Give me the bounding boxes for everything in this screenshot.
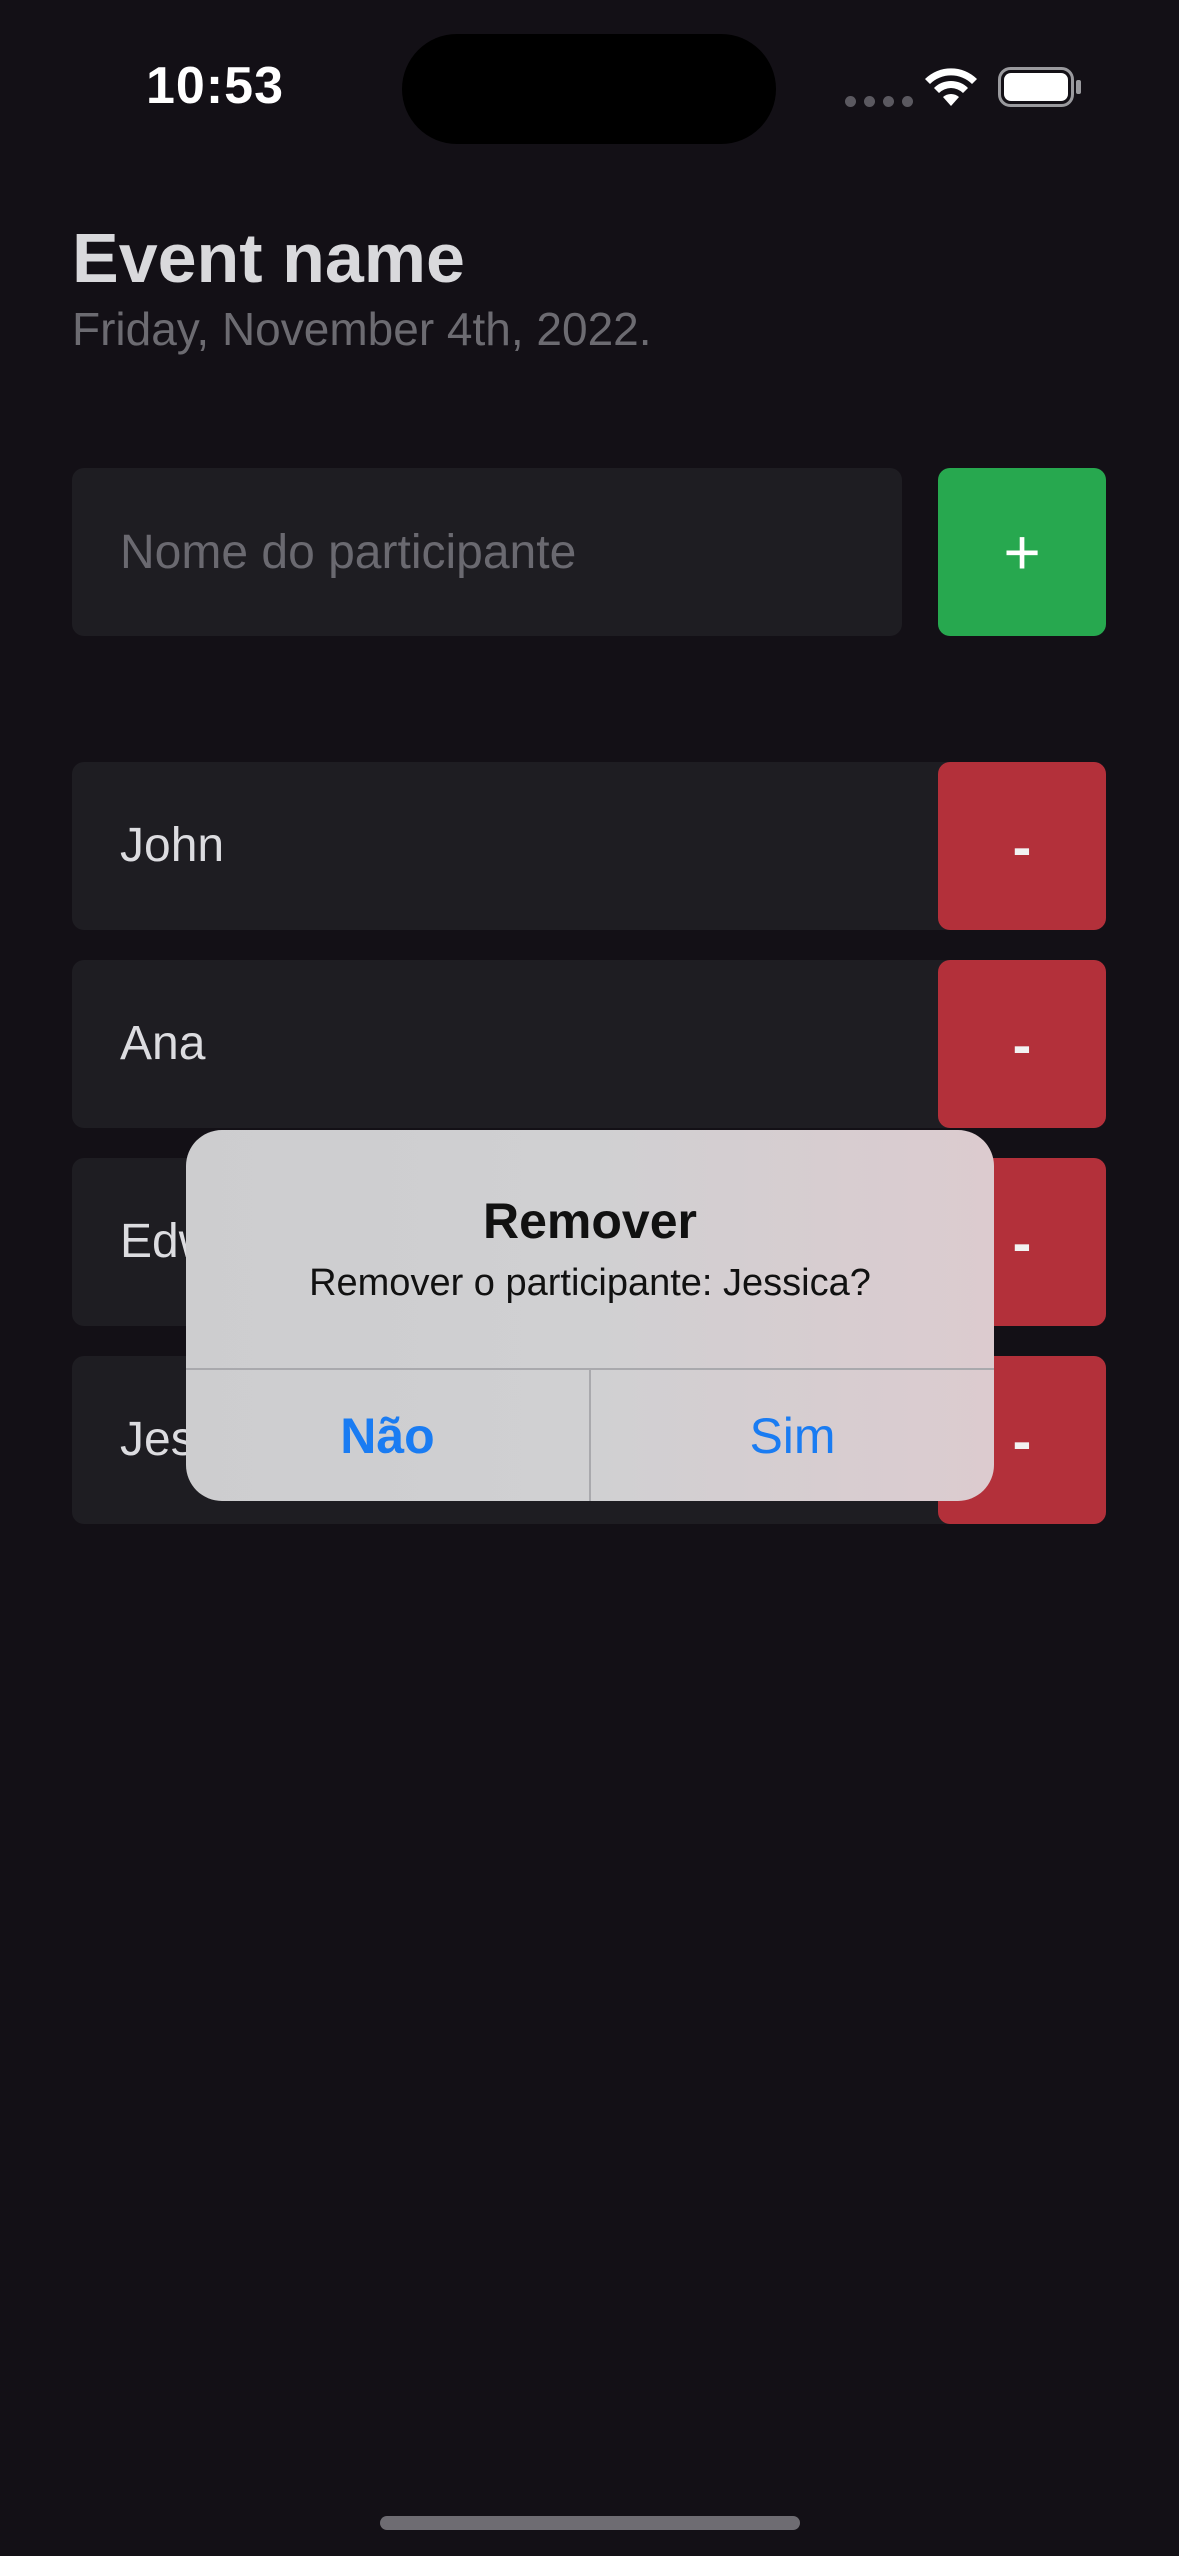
- participant-name: John: [120, 819, 225, 872]
- participant-name-input[interactable]: [72, 468, 902, 636]
- alert-message: Remover o participante: Jessica?: [309, 1262, 871, 1304]
- add-participant-button[interactable]: +: [938, 468, 1106, 636]
- plus-icon: +: [1003, 516, 1041, 588]
- minus-icon: -: [1012, 1408, 1032, 1472]
- signal-icon: [845, 96, 913, 107]
- alert-title: Remover: [483, 1193, 697, 1249]
- participant-name: Ana: [120, 1017, 206, 1070]
- home-indicator[interactable]: [380, 2516, 800, 2530]
- alert-confirm-button[interactable]: Sim: [591, 1370, 994, 1501]
- participant-item: Ana -: [72, 960, 1106, 1128]
- remove-alert-dialog: Remover Remover o participante: Jessica?…: [186, 1130, 994, 1501]
- minus-icon: -: [1012, 1012, 1032, 1076]
- minus-icon: -: [1012, 1210, 1032, 1274]
- dynamic-island: [402, 34, 776, 144]
- screen: 10:53 Event name Friday, November 4th, 2…: [0, 0, 1179, 2556]
- alert-cancel-button[interactable]: Não: [186, 1370, 589, 1501]
- minus-icon: -: [1012, 814, 1032, 878]
- remove-participant-button[interactable]: -: [938, 762, 1106, 930]
- remove-participant-button[interactable]: -: [938, 960, 1106, 1128]
- participant-item: John -: [72, 762, 1106, 930]
- wifi-icon: [925, 68, 977, 106]
- event-date: Friday, November 4th, 2022.: [72, 303, 652, 355]
- status-time: 10:53: [146, 57, 284, 115]
- battery-icon: [998, 67, 1081, 107]
- event-title: Event name: [72, 219, 465, 297]
